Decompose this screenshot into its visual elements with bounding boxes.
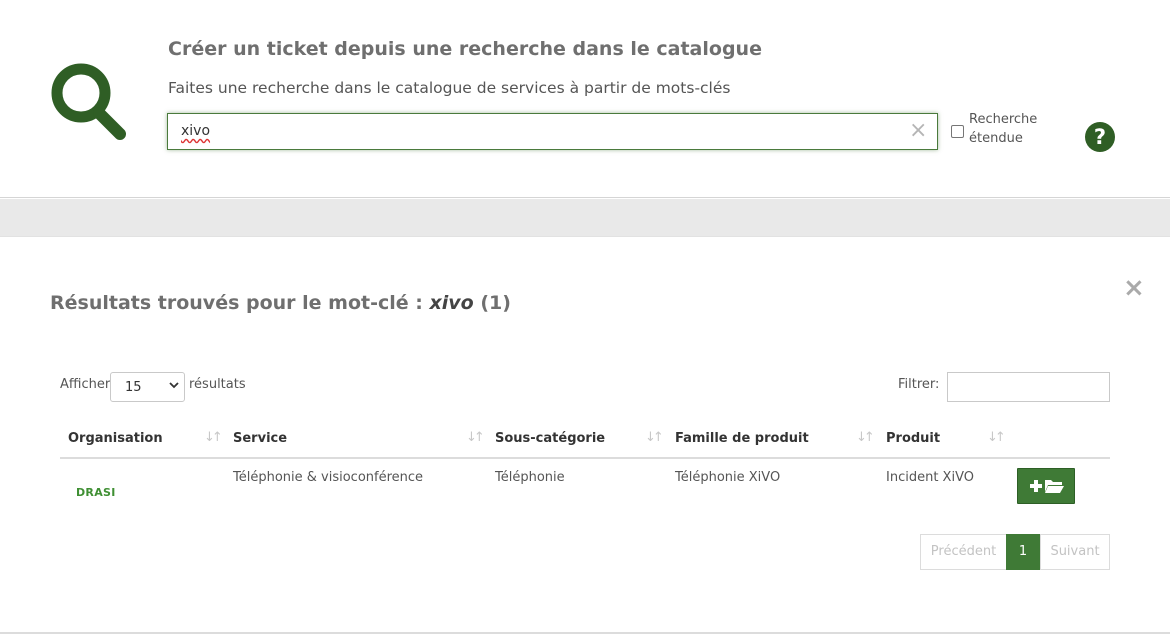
column-header-service[interactable]: Service (233, 431, 287, 446)
column-header-produit[interactable]: Produit (886, 431, 940, 446)
create-ticket-button[interactable] (1017, 468, 1075, 504)
extended-search-checkbox[interactable] (951, 125, 964, 138)
page-title: Créer un ticket depuis une recherche dan… (168, 38, 762, 60)
search-box[interactable]: xivo × (167, 113, 938, 150)
column-header-organisation[interactable]: Organisation (68, 431, 163, 446)
results-count: (1) (480, 292, 511, 314)
column-header-sous-categorie[interactable]: Sous-catégorie (495, 431, 605, 446)
search-icon (51, 63, 126, 140)
sous-categorie-cell: Téléphonie (495, 470, 565, 485)
famille-cell: Téléphonie XiVO (675, 470, 781, 485)
close-icon[interactable]: × (1123, 275, 1145, 301)
extended-search-label[interactable]: Recherche étendue (969, 110, 1049, 148)
results-title-prefix: Résultats trouvés pour le mot-clé : (50, 292, 423, 314)
show-label: Afficher (60, 377, 111, 392)
results-title: Résultats trouvés pour le mot-clé : xivo… (50, 292, 511, 314)
page-subtitle: Faites une recherche dans le catalogue d… (168, 79, 731, 97)
service-cell: Téléphonie & visioconférence (233, 470, 424, 485)
table-row: DRASI Téléphonie & visioconférence Télép… (60, 461, 1110, 523)
pagination-next[interactable]: Suivant (1040, 534, 1110, 570)
sort-icon[interactable]: ↓↑ (856, 430, 875, 445)
results-keyword: xivo (429, 292, 474, 314)
close-icon[interactable]: × (909, 120, 927, 142)
plus-folder-icon (1030, 480, 1064, 493)
sort-icon[interactable]: ↓↑ (466, 430, 485, 445)
page-size-value: 15 (125, 380, 142, 395)
search-input[interactable]: xivo (181, 123, 210, 139)
page-size-select[interactable]: 15 (110, 372, 185, 402)
filter-label: Filtrer: (898, 377, 940, 392)
chevron-down-icon (169, 382, 179, 389)
sort-icon[interactable]: ↓↑ (204, 430, 223, 445)
produit-cell: Incident XiVO (886, 470, 974, 485)
search-section: Créer un ticket depuis une recherche dan… (0, 0, 1170, 198)
separator-band (0, 199, 1170, 237)
organisation-badge: DRASI (76, 486, 116, 499)
show-after-label: résultats (189, 377, 246, 392)
table-header: Organisation ↓↑ Service ↓↑ Sous-catégori… (60, 420, 1110, 459)
pagination-page-1[interactable]: 1 (1006, 534, 1040, 570)
help-icon[interactable]: ? (1085, 122, 1115, 152)
sort-icon[interactable]: ↓↑ (987, 430, 1006, 445)
filter-input[interactable] (947, 372, 1110, 402)
column-header-famille[interactable]: Famille de produit (675, 431, 809, 446)
pagination-previous[interactable]: Précédent (920, 534, 1007, 570)
sort-icon[interactable]: ↓↑ (645, 430, 664, 445)
